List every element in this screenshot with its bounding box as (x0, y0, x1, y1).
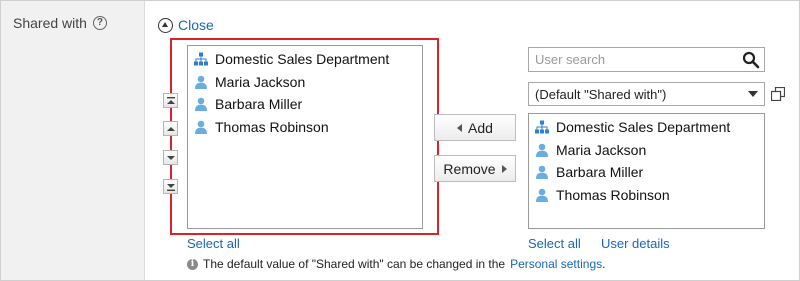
list-item[interactable]: Maria Jackson (188, 71, 422, 94)
list-item[interactable]: Barbara Miller (188, 93, 422, 116)
candidate-list[interactable]: Domestic Sales Department Maria Jackson … (528, 113, 765, 229)
move-down-button[interactable] (163, 150, 178, 165)
move-up-button[interactable] (163, 121, 178, 136)
group-select[interactable]: (Default "Shared with") (528, 82, 765, 106)
right-select-all-link[interactable]: Select all (528, 236, 581, 251)
arrow-left-icon (457, 123, 463, 132)
move-to-bottom-icon (167, 184, 175, 191)
organization-icon (194, 52, 208, 66)
list-item[interactable]: Domestic Sales Department (529, 116, 764, 139)
note-text: The default value of "Shared with" can b… (203, 257, 506, 271)
collapse-up-icon (158, 17, 173, 33)
organization-icon (535, 120, 549, 134)
remove-button[interactable]: Remove (434, 155, 516, 182)
group-select-value: (Default "Shared with") (535, 86, 667, 102)
list-item[interactable]: Thomas Robinson (188, 116, 422, 139)
move-to-top-button[interactable] (163, 93, 178, 108)
list-item-label: Maria Jackson (556, 141, 647, 158)
user-search-input[interactable] (529, 48, 742, 71)
list-item-label: Maria Jackson (215, 73, 306, 90)
list-item[interactable]: Thomas Robinson (529, 184, 764, 207)
note-end: . (602, 257, 606, 271)
arrow-right-icon (501, 164, 507, 173)
user-icon (195, 75, 207, 89)
list-item[interactable]: Barbara Miller (529, 161, 764, 184)
info-icon: i (187, 258, 198, 270)
move-down-icon (167, 156, 175, 160)
field-label: Shared with ? (13, 15, 107, 31)
list-item[interactable]: Maria Jackson (529, 139, 764, 162)
user-icon (536, 165, 548, 180)
selected-list[interactable]: Domestic Sales Department Maria Jackson … (187, 45, 423, 229)
help-circle-icon[interactable]: ? (92, 16, 107, 30)
personal-settings-link[interactable]: Personal settings (510, 257, 602, 271)
move-up-icon (167, 127, 175, 131)
list-item[interactable]: Domestic Sales Department (188, 48, 422, 71)
add-button-label: Add (468, 119, 493, 136)
list-item-label: Thomas Robinson (215, 118, 329, 135)
field-label-column: Shared with ? (1, 1, 145, 280)
list-item-label: Thomas Robinson (556, 186, 670, 203)
list-item-label: Domestic Sales Department (556, 119, 731, 136)
field-label-text: Shared with (13, 15, 87, 31)
left-select-all-link[interactable]: Select all (187, 236, 240, 251)
user-search-box (528, 47, 765, 72)
default-note: i The default value of "Shared with" can… (187, 257, 605, 271)
list-item-label: Barbara Miller (215, 96, 303, 113)
user-icon (536, 143, 548, 157)
search-icon[interactable] (742, 51, 760, 69)
user-icon (195, 97, 207, 112)
user-icon (536, 188, 548, 202)
move-to-bottom-button[interactable] (163, 179, 178, 194)
user-details-link[interactable]: User details (601, 236, 670, 251)
user-icon (195, 120, 207, 134)
list-item-label: Barbara Miller (556, 164, 644, 181)
move-to-top-icon (167, 97, 175, 104)
list-item-label: Domestic Sales Department (215, 51, 390, 68)
close-link-label: Close (178, 17, 214, 33)
remove-button-label: Remove (443, 160, 496, 177)
chevron-down-icon (748, 91, 758, 97)
add-button[interactable]: Add (434, 114, 516, 141)
open-popup-icon[interactable] (771, 87, 785, 101)
close-link[interactable]: Close (158, 17, 214, 33)
